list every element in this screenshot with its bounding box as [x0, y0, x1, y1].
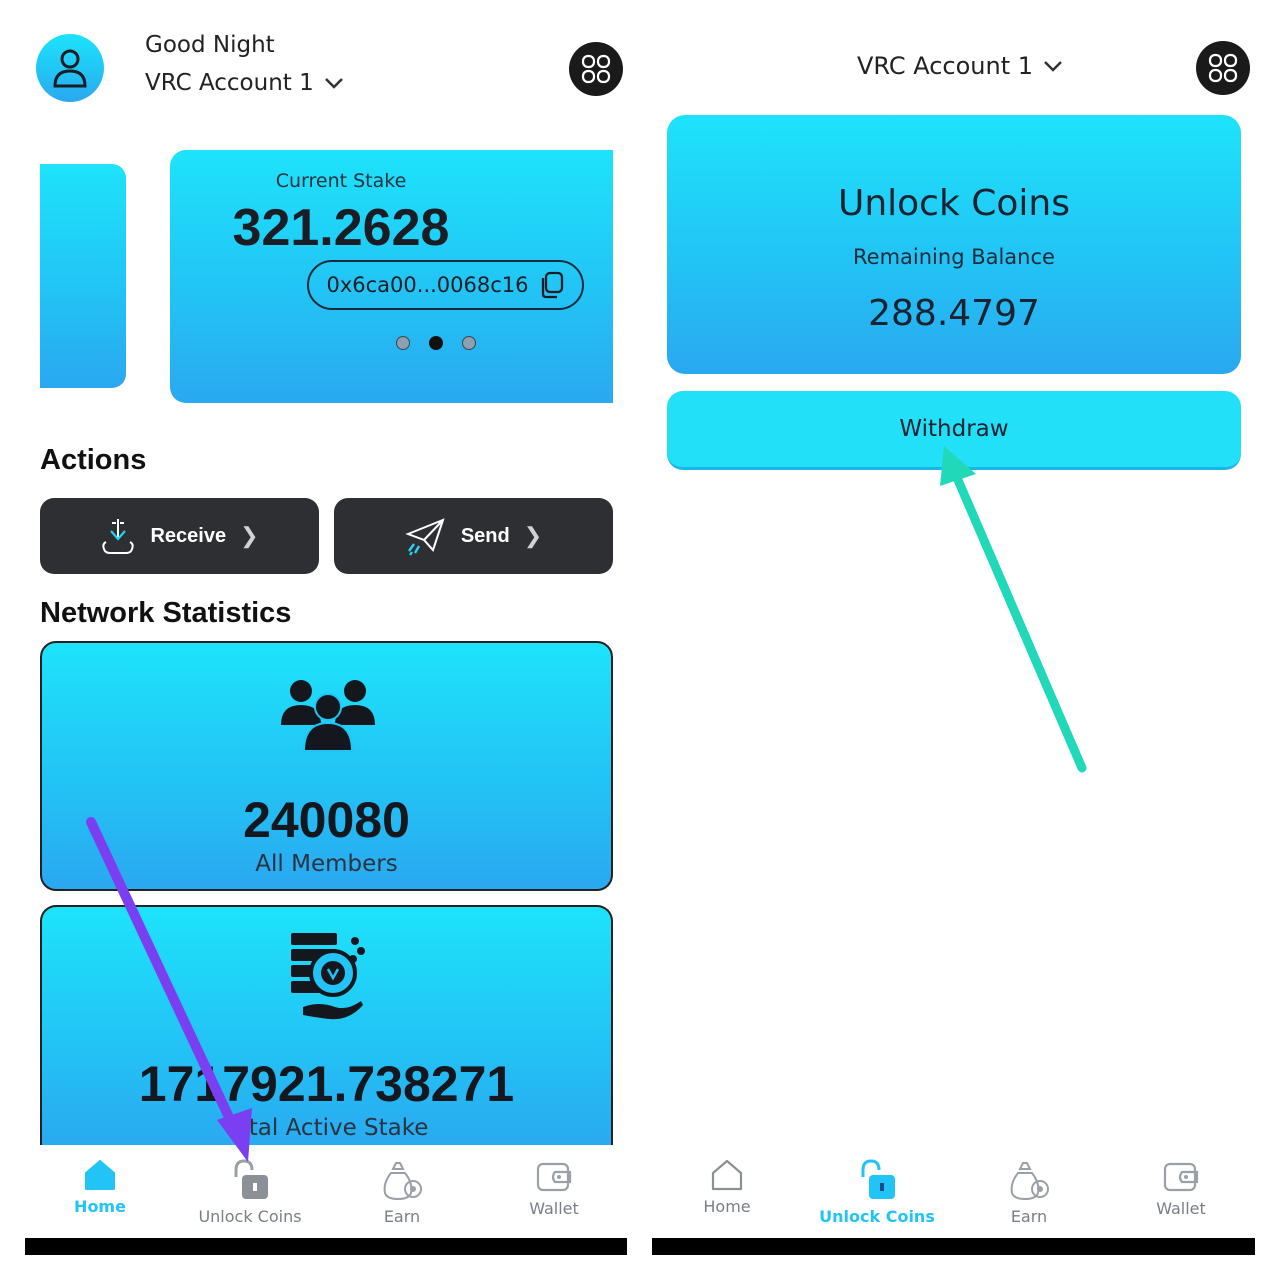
- chevron-down-icon: [324, 78, 343, 89]
- avatar[interactable]: [36, 34, 104, 102]
- paper-plane-icon: [405, 518, 445, 556]
- unlock-icon: [861, 1159, 895, 1199]
- network-statistics-title: Network Statistics: [40, 597, 292, 629]
- carousel-dot-active[interactable]: [429, 336, 443, 350]
- system-home-bar: [652, 1238, 1255, 1255]
- nav-earn-label: Earn: [383, 1207, 421, 1226]
- home-icon: [711, 1159, 743, 1191]
- current-stake-label: Current Stake: [275, 170, 407, 192]
- send-label: Send: [460, 524, 510, 547]
- remaining-balance-label: Remaining Balance: [853, 245, 1055, 269]
- wallet-address-pill[interactable]: 0x6ca00...0068c16: [307, 260, 584, 310]
- grid-menu-icon: [581, 54, 611, 84]
- nav-home[interactable]: Home: [25, 1145, 175, 1235]
- total-active-stake-label: Total Active Stake: [224, 1115, 429, 1141]
- download-tray-icon: [102, 519, 135, 554]
- nav-unlock-coins[interactable]: Unlock Coins: [175, 1145, 325, 1235]
- current-stake-card[interactable]: Current Stake 321.2628 0x6ca00...0068c16: [170, 150, 613, 403]
- current-stake-value: 321.2628: [232, 199, 450, 257]
- bottom-navigation: Home Unlock Coins Earn Wallet: [25, 1145, 627, 1238]
- receive-button[interactable]: Receive ❯: [40, 498, 319, 574]
- nav-unlock-label: Unlock Coins: [819, 1207, 935, 1226]
- total-active-stake-value: 1717921.738271: [138, 1056, 515, 1112]
- wallet-icon: [1163, 1162, 1199, 1192]
- greeting-text: Good Night: [145, 32, 275, 58]
- account-selector[interactable]: VRC Account 1: [640, 52, 1280, 80]
- menu-button[interactable]: [1196, 41, 1250, 95]
- all-members-value: 240080: [243, 792, 410, 848]
- home-screen: Good Night VRC Account 1 Current Stake 3…: [0, 0, 640, 1280]
- carousel-dots: [396, 336, 476, 350]
- nav-unlock-label: Unlock Coins: [198, 1207, 302, 1226]
- remaining-balance-value: 288.4797: [868, 293, 1040, 334]
- nav-home-label: Home: [74, 1197, 126, 1216]
- copy-icon[interactable]: [539, 271, 565, 299]
- chevron-down-icon: [1044, 61, 1062, 72]
- nav-earn-label: Earn: [1010, 1207, 1048, 1226]
- account-selector[interactable]: VRC Account 1: [145, 70, 344, 96]
- receive-label: Receive: [150, 524, 227, 547]
- coin-stack-hand-icon: [291, 933, 365, 1020]
- all-members-card: 240080 All Members: [40, 641, 613, 891]
- home-icon: [85, 1160, 115, 1190]
- bottom-navigation: Home Unlock Coins Earn Wallet: [652, 1145, 1254, 1238]
- nav-unlock-coins[interactable]: Unlock Coins: [802, 1145, 952, 1235]
- chevron-right-icon: ❯: [240, 523, 259, 548]
- group-icon: [281, 680, 375, 752]
- send-button[interactable]: Send ❯: [334, 498, 613, 574]
- actions-title: Actions: [40, 444, 147, 476]
- grid-menu-icon: [1208, 53, 1238, 83]
- unlock-coins-screen: VRC Account 1 Unlock Coins Remaining Bal…: [640, 0, 1280, 1280]
- unlock-coins-title: Unlock Coins: [837, 183, 1070, 224]
- nav-wallet-label: Wallet: [529, 1199, 579, 1218]
- nav-wallet-label: Wallet: [1156, 1199, 1206, 1218]
- wallet-icon: [536, 1162, 572, 1192]
- account-name: VRC Account 1: [145, 70, 314, 96]
- account-name: VRC Account 1: [856, 52, 1034, 80]
- carousel-dot[interactable]: [462, 336, 476, 350]
- total-active-stake-card: 1717921.738271 Total Active Stake: [40, 905, 613, 1150]
- all-members-label: All Members: [255, 851, 398, 877]
- nav-earn[interactable]: Earn: [327, 1145, 477, 1235]
- nav-home[interactable]: Home: [652, 1145, 802, 1235]
- user-icon: [53, 49, 87, 88]
- money-bag-icon: [383, 1162, 422, 1201]
- chevron-right-icon: ❯: [523, 523, 543, 548]
- menu-button[interactable]: [569, 42, 623, 96]
- wallet-address: 0x6ca00...0068c16: [326, 273, 529, 297]
- nav-home-label: Home: [703, 1197, 751, 1216]
- unlock-coins-card: Unlock Coins Remaining Balance 288.4797: [667, 115, 1241, 374]
- money-bag-icon: [1010, 1162, 1049, 1201]
- nav-wallet[interactable]: Wallet: [1106, 1145, 1256, 1235]
- unlock-icon: [234, 1159, 268, 1199]
- withdraw-button[interactable]: Withdraw: [667, 391, 1241, 470]
- nav-earn[interactable]: Earn: [954, 1145, 1104, 1235]
- nav-wallet[interactable]: Wallet: [479, 1145, 629, 1235]
- carousel-dot[interactable]: [396, 336, 410, 350]
- system-home-bar: [25, 1238, 627, 1255]
